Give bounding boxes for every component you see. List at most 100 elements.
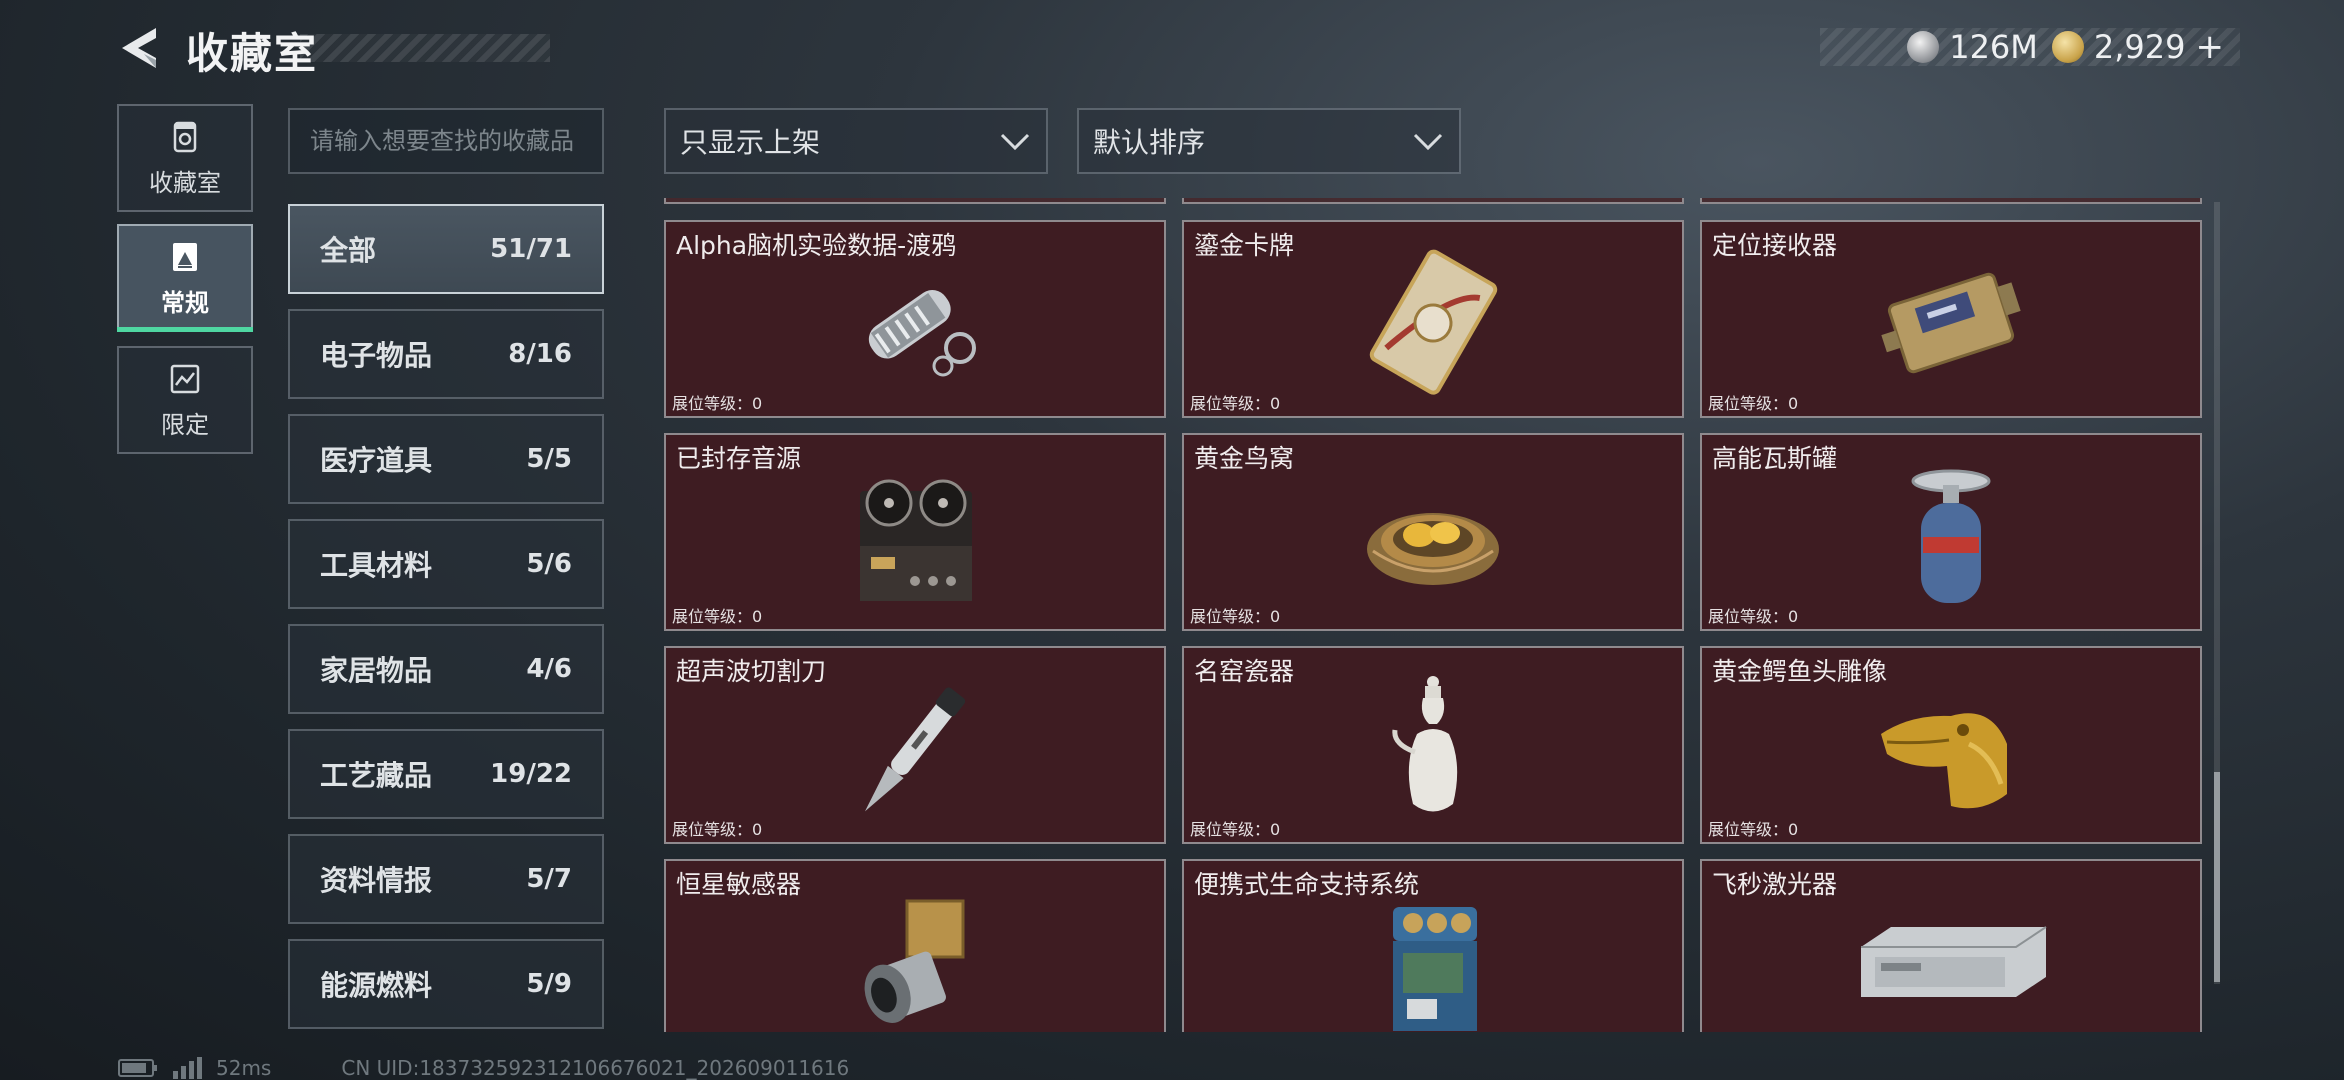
category-name: 工具材料 <box>320 549 433 582</box>
display-level: 展位等级：0 <box>672 820 763 839</box>
chevron-down-icon <box>1413 133 1443 151</box>
user-uid: CN UID:18373259231210667602​1_2026090116… <box>341 1056 850 1080</box>
category-electronics[interactable]: 电子物品 8/16 <box>288 309 604 399</box>
dropdown-value: 默认排序 <box>1093 126 1206 159</box>
gas-canister-icon <box>1911 469 1991 603</box>
category-name: 电子物品 <box>320 339 433 372</box>
signal-icon <box>173 1057 202 1079</box>
item-card[interactable]: 高能瓦斯罐 展位等级：0 <box>1700 433 2202 631</box>
gold-amount: 2,929 <box>2093 28 2186 66</box>
item-card[interactable]: 黄金鸟窝 展位等级：0 <box>1182 433 1684 631</box>
back-button[interactable] <box>112 22 164 74</box>
category-crafts[interactable]: 工艺藏品 19/22 <box>288 729 604 819</box>
display-level: 展位等级：0 <box>672 394 763 413</box>
category-all[interactable]: 全部 51/71 <box>288 204 604 294</box>
collection-icon <box>173 242 197 271</box>
category-medical[interactable]: 医疗道具 5/5 <box>288 414 604 504</box>
item-card[interactable]: 已封存音源 展位等级：0 <box>664 433 1166 631</box>
search-input[interactable] <box>310 127 582 155</box>
item-name: 恒星敏感器 <box>676 870 802 899</box>
trophy-box-icon <box>173 121 197 152</box>
locator-receiver-icon <box>1881 272 2021 374</box>
item-name: 超声波切割刀 <box>676 657 827 686</box>
chevron-down-icon <box>1000 133 1030 151</box>
tab-regular[interactable]: 常规 <box>117 224 253 332</box>
back-arrow-icon <box>122 28 156 68</box>
item-card[interactable]: 超声波切割刀 展位等级：0 <box>664 646 1166 844</box>
item-card[interactable]: 鎏金卡牌 展位等级：0 <box>1182 220 1684 418</box>
category-household[interactable]: 家居物品 4/6 <box>288 624 604 714</box>
scroll-thumb[interactable] <box>2214 772 2220 982</box>
ultrasonic-knife-icon <box>864 687 966 812</box>
tab-limited[interactable]: 限定 <box>117 346 253 454</box>
title-decoration <box>300 34 550 62</box>
category-count: 19/22 <box>490 759 572 789</box>
item-name: 已封存音源 <box>676 444 802 473</box>
category-count: 5/7 <box>526 864 572 894</box>
category-name: 资料情报 <box>320 864 433 897</box>
category-name: 全部 <box>320 234 377 267</box>
golden-nest-icon <box>1367 513 1499 585</box>
sort-dropdown[interactable]: 默认排序 <box>1077 108 1461 174</box>
star-sensor-icon <box>864 899 965 1023</box>
item-card[interactable]: 飞秒激光器 <box>1700 859 2202 1032</box>
item-card[interactable]: 恒星敏感器 <box>664 859 1166 1032</box>
tab-label: 收藏室 <box>149 168 221 197</box>
display-level: 展位等级：0 <box>1708 607 1799 626</box>
dropdown-value: 只显示上架 <box>680 126 821 159</box>
item-name: 高能瓦斯罐 <box>1712 444 1838 473</box>
grid-scrollbar[interactable] <box>2214 202 2220 984</box>
category-count: 5/6 <box>526 549 572 579</box>
item-card[interactable]: 名窑瓷器 展位等级：0 <box>1182 646 1684 844</box>
gold-currency[interactable]: 2,929 + <box>2051 27 2225 67</box>
display-level: 展位等级：0 <box>1190 607 1281 626</box>
life-support-icon <box>1393 907 1477 1031</box>
item-card[interactable]: 便携式生命支持系统 <box>1182 859 1684 1032</box>
category-count: 51/71 <box>490 234 572 264</box>
silver-amount: 126M <box>1949 28 2038 66</box>
item-name: 黄金鸟窝 <box>1194 444 1295 473</box>
top-bar: 收藏室 126M 2,929 + <box>0 0 2344 100</box>
category-energy[interactable]: 能源燃料 5/9 <box>288 939 604 1029</box>
status-footer: 52ms CN UID:18373259231210667602​1_20260… <box>118 1056 849 1080</box>
battery-icon <box>118 1059 157 1077</box>
item-card[interactable]: Alpha脑机实验数据-渡鸦 展位等级：0 <box>664 220 1166 418</box>
search-box[interactable] <box>288 108 604 174</box>
gold-crocodile-icon <box>1881 713 2007 809</box>
page-title: 收藏室 <box>186 29 319 78</box>
display-level: 展位等级：0 <box>1190 394 1281 413</box>
femtosecond-laser-icon <box>1861 926 2047 997</box>
category-count: 5/9 <box>526 969 572 999</box>
currency-bar: 126M 2,929 + <box>1820 27 2240 67</box>
gilded-card-icon <box>1369 249 1498 395</box>
ping-value: 52ms <box>216 1056 272 1080</box>
data-canister-icon <box>868 289 976 377</box>
category-count: 8/16 <box>508 339 572 369</box>
add-currency-button[interactable]: + <box>2196 27 2225 67</box>
item-name: 名窑瓷器 <box>1194 657 1295 686</box>
category-tools[interactable]: 工具材料 5/6 <box>288 519 604 609</box>
display-level: 展位等级：0 <box>1708 820 1799 839</box>
item-card[interactable]: 黄金鳄鱼头雕像 展位等级：0 <box>1700 646 2202 844</box>
category-name: 工艺藏品 <box>320 759 433 792</box>
category-count: 5/5 <box>526 444 572 474</box>
item-name: 鎏金卡牌 <box>1194 231 1295 260</box>
category-name: 能源燃料 <box>320 969 433 1002</box>
silver-coin-icon <box>1907 31 1940 63</box>
reel-recorder-icon <box>860 479 972 601</box>
collection-grid: Alpha脑机实验数据-渡鸦 展位等级：0 鎏金卡牌 展位等级：0 定位接收器 … <box>664 202 2204 1032</box>
listed-filter-dropdown[interactable]: 只显示上架 <box>664 108 1048 174</box>
category-name: 家居物品 <box>320 654 433 687</box>
item-card[interactable]: 定位接收器 展位等级：0 <box>1700 220 2202 418</box>
display-level: 展位等级：0 <box>672 607 763 626</box>
tab-collection-room[interactable]: 收藏室 <box>117 104 253 212</box>
display-level: 展位等级：0 <box>1190 820 1281 839</box>
item-name: 定位接收器 <box>1712 231 1838 260</box>
display-level: 展位等级：0 <box>1708 394 1799 413</box>
gold-coin-icon <box>2051 31 2084 63</box>
silver-currency[interactable]: 126M <box>1907 28 2038 66</box>
tab-label: 限定 <box>161 410 209 439</box>
tab-label: 常规 <box>161 288 209 317</box>
porcelain-vase-icon <box>1392 676 1458 812</box>
category-intel[interactable]: 资料情报 5/7 <box>288 834 604 924</box>
